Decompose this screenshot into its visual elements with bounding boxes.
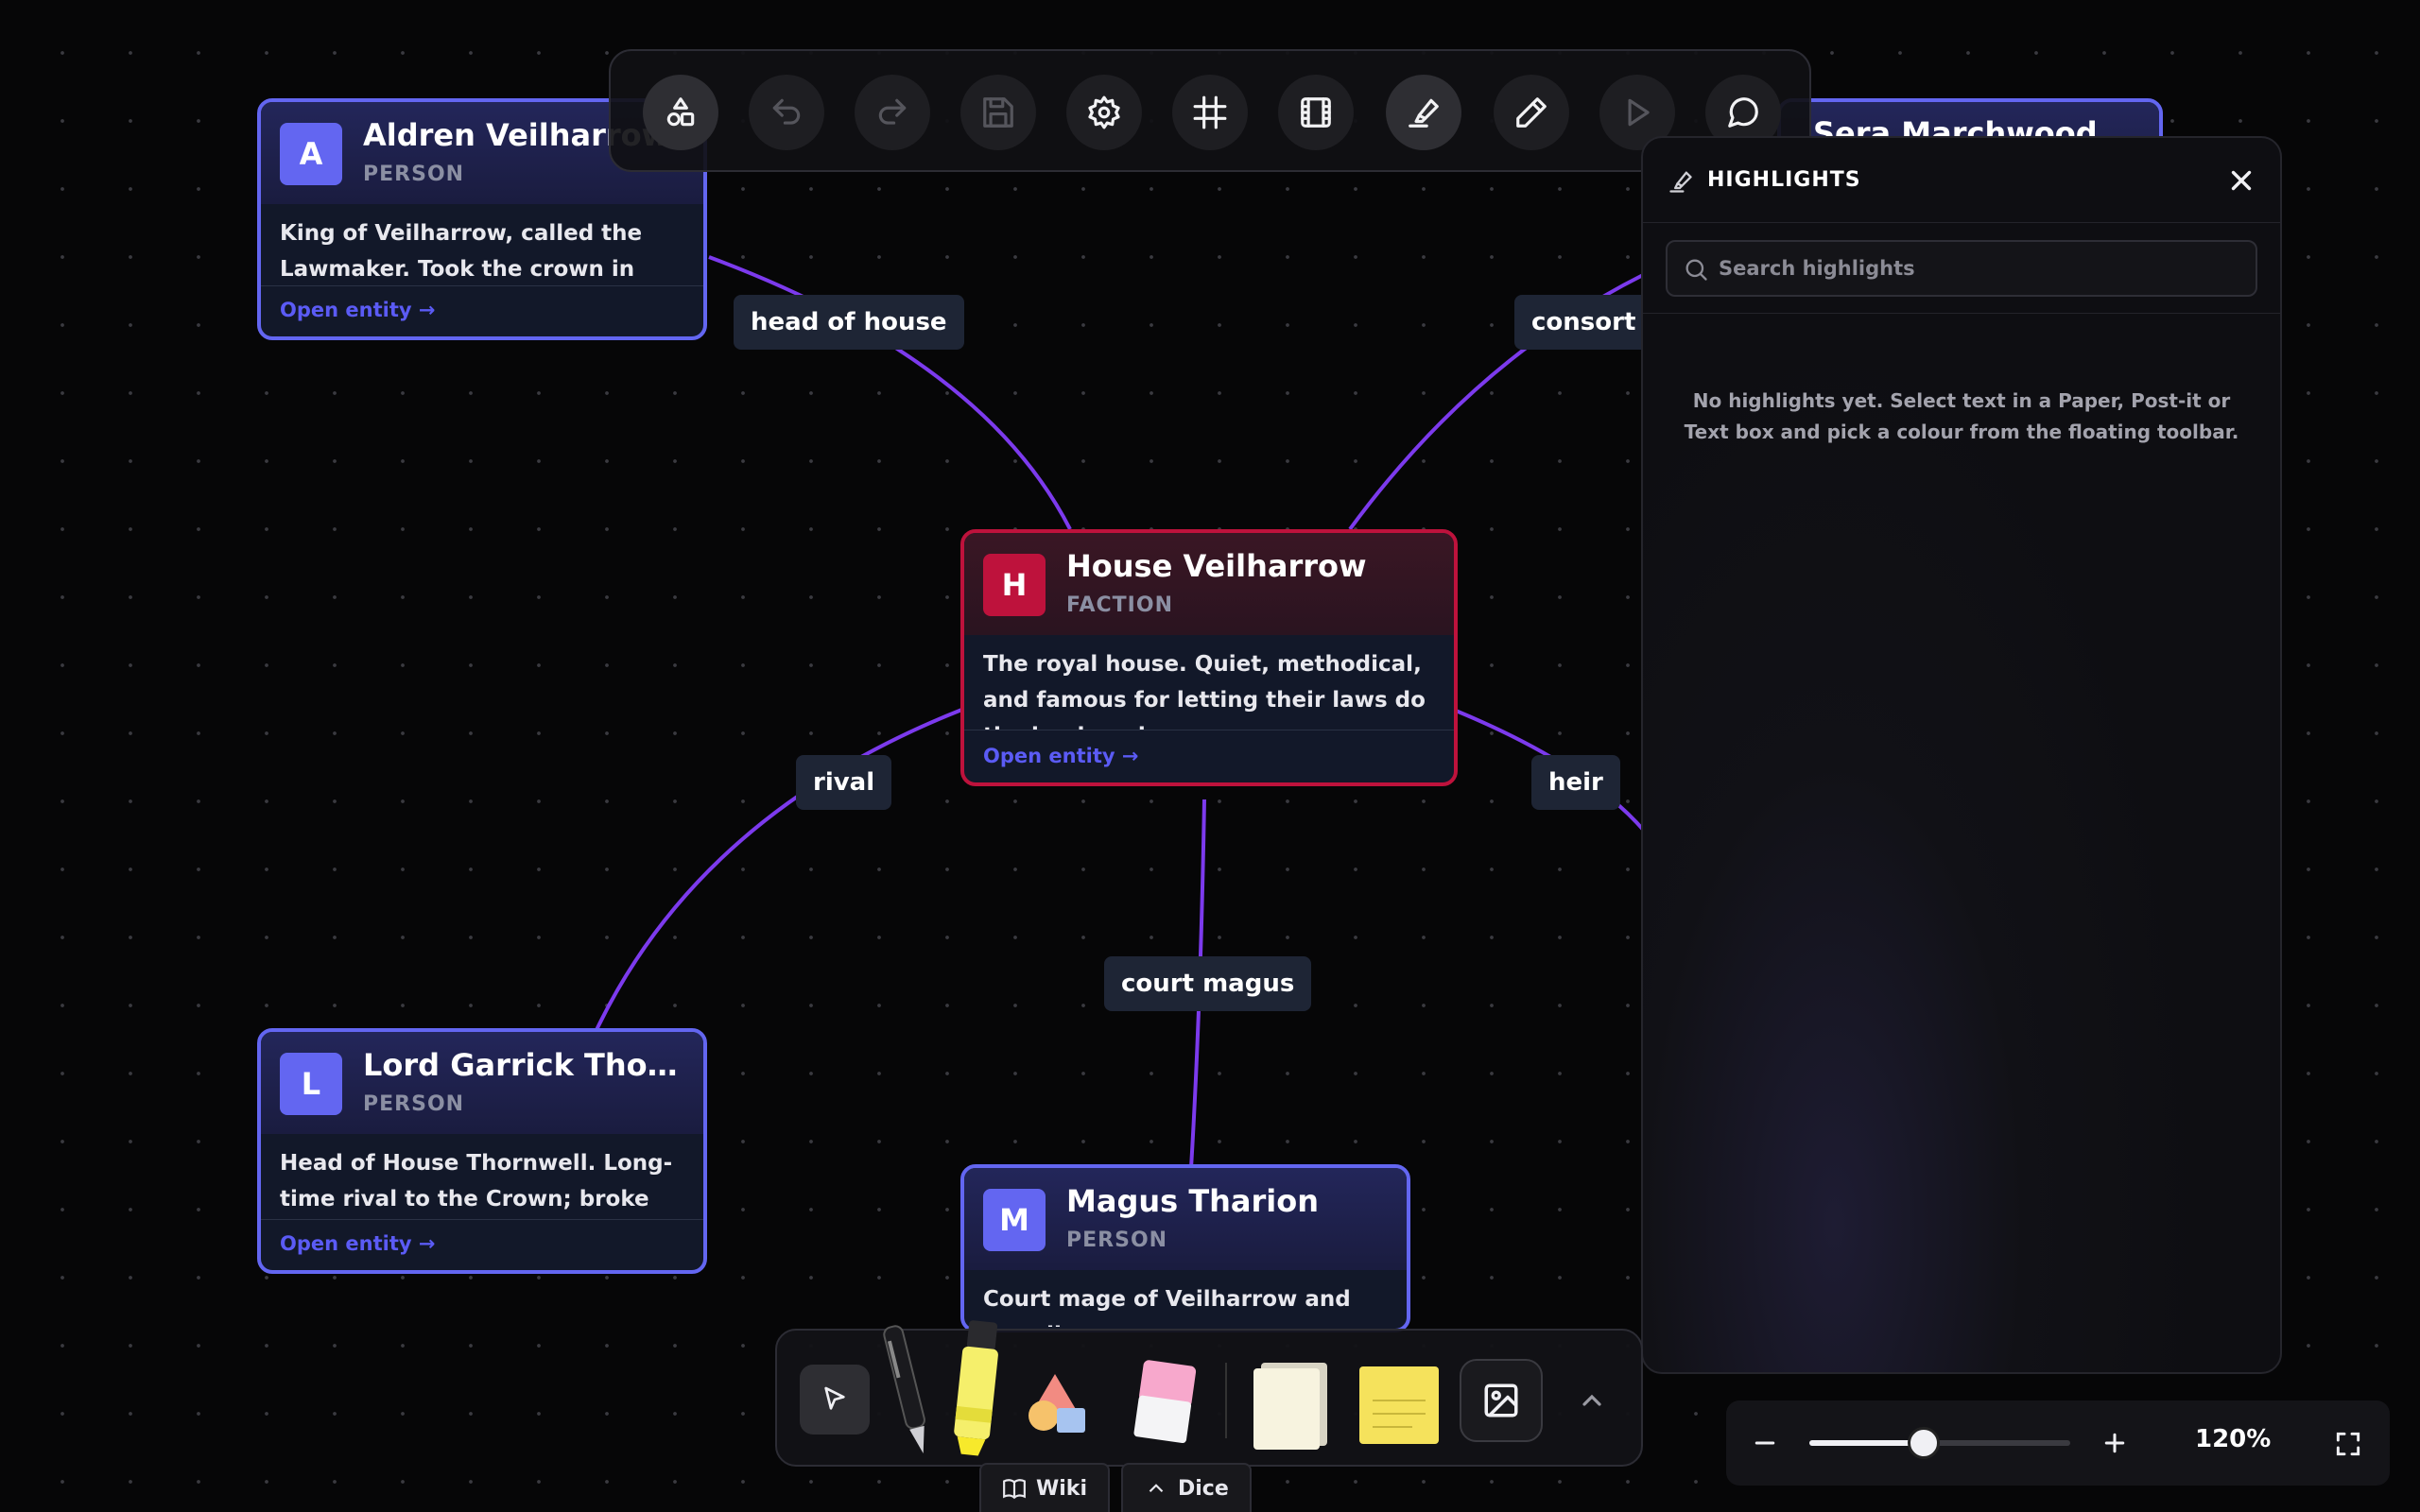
entity-avatar: A bbox=[280, 123, 342, 185]
open-entity-link[interactable]: Open entity → bbox=[261, 285, 703, 336]
pen-tool[interactable] bbox=[879, 1319, 936, 1461]
entity-type: PERSON bbox=[363, 1092, 465, 1116]
edge-label-head-of-house[interactable]: head of house bbox=[734, 295, 964, 350]
zoom-control: 120% bbox=[1726, 1400, 2390, 1486]
entity-type: PERSON bbox=[363, 163, 465, 186]
highlights-panel: HIGHLIGHTS No highlights yet. Select tex… bbox=[1641, 136, 2282, 1374]
search-box bbox=[1666, 240, 2257, 297]
dice-tab[interactable]: Dice bbox=[1121, 1463, 1252, 1512]
film-button[interactable] bbox=[1278, 75, 1354, 150]
gear-icon bbox=[1088, 95, 1120, 129]
save-button[interactable] bbox=[960, 75, 1036, 150]
image-tool[interactable] bbox=[1460, 1359, 1543, 1442]
paper-tool[interactable] bbox=[1244, 1357, 1339, 1452]
open-entity-link[interactable]: Open entity → bbox=[261, 1219, 703, 1270]
dock-divider bbox=[1225, 1363, 1227, 1438]
save-icon bbox=[983, 97, 1013, 128]
settings-button[interactable] bbox=[1066, 75, 1142, 150]
redo-button[interactable] bbox=[855, 75, 930, 150]
highlighter-icon bbox=[1409, 98, 1439, 128]
open-entity-link[interactable]: Open entity → bbox=[964, 730, 1454, 782]
entity-description: Head of House Thornwell. Long-time rival… bbox=[280, 1151, 673, 1211]
entity-type: PERSON bbox=[1066, 1228, 1168, 1252]
highlighter-button[interactable] bbox=[1386, 75, 1461, 150]
undo-button[interactable] bbox=[749, 75, 824, 150]
search-input[interactable] bbox=[1719, 242, 2248, 295]
highlighter-icon bbox=[1669, 171, 1692, 193]
panel-header: HIGHLIGHTS bbox=[1643, 138, 2280, 223]
entity-description: King of Veilharrow, called the Lawmaker.… bbox=[280, 221, 643, 282]
chevron-up-icon[interactable] bbox=[1577, 1385, 1607, 1416]
entity-avatar: H bbox=[983, 554, 1046, 616]
zoom-slider-thumb[interactable] bbox=[1908, 1427, 1941, 1459]
image-icon bbox=[1484, 1383, 1518, 1418]
entity-description: The royal house. Quiet, methodical, and … bbox=[983, 652, 1426, 730]
select-tool[interactable] bbox=[800, 1365, 870, 1435]
chat-bubble-icon bbox=[1728, 97, 1758, 128]
undo-icon bbox=[772, 98, 801, 125]
film-icon bbox=[1301, 97, 1331, 128]
pencil-icon bbox=[1516, 97, 1547, 128]
entity-card-magus-tharion[interactable]: M Magus Tharion PERSON Court mage of Vei… bbox=[960, 1164, 1410, 1332]
entity-description: Court mage of Veilharrow and founding bbox=[983, 1287, 1351, 1327]
dice-tab-label: Dice bbox=[1178, 1476, 1229, 1501]
zoom-in-icon[interactable] bbox=[2100, 1429, 2129, 1457]
entity-avatar: M bbox=[983, 1189, 1046, 1251]
zoom-out-icon[interactable] bbox=[1751, 1429, 1779, 1457]
shapes-icon bbox=[666, 97, 695, 127]
close-icon[interactable] bbox=[2225, 164, 2257, 197]
cursor-icon bbox=[824, 1386, 845, 1410]
edge-label-consort[interactable]: consort bbox=[1514, 295, 1653, 350]
main-toolbar bbox=[609, 49, 1811, 172]
wiki-tab-label: Wiki bbox=[1036, 1476, 1087, 1501]
entity-title: Lord Garrick Thornwell bbox=[363, 1047, 690, 1083]
edge-label-court-magus[interactable]: court magus bbox=[1104, 956, 1312, 1011]
edge-label-heir[interactable]: heir bbox=[1531, 755, 1620, 810]
edge-label-rival[interactable]: rival bbox=[796, 755, 892, 810]
search-bar bbox=[1643, 223, 2280, 314]
search-icon bbox=[1685, 259, 1707, 281]
redo-icon bbox=[878, 98, 907, 125]
zoom-level: 120% bbox=[2195, 1425, 2272, 1453]
fullscreen-icon[interactable] bbox=[2333, 1429, 2363, 1459]
entity-card-lord-garrick-thornwell[interactable]: L Lord Garrick Thornwell PERSON Head of … bbox=[257, 1028, 707, 1274]
post-it-tool[interactable] bbox=[1356, 1363, 1443, 1448]
entity-card-house-veilharrow[interactable]: H House Veilharrow FACTION The royal hou… bbox=[960, 529, 1458, 786]
empty-state-message: No highlights yet. Select text in a Pape… bbox=[1684, 389, 2239, 443]
entity-title: Magus Tharion bbox=[1066, 1183, 1320, 1219]
frame-icon bbox=[1193, 95, 1227, 129]
shapes-tool[interactable] bbox=[1021, 1366, 1097, 1442]
wiki-tab[interactable]: Wiki bbox=[979, 1463, 1110, 1512]
entity-type: FACTION bbox=[1066, 593, 1173, 617]
eraser-tool[interactable] bbox=[1129, 1359, 1201, 1450]
chevron-up-icon bbox=[1149, 1484, 1164, 1493]
tool-dock bbox=[775, 1320, 1643, 1467]
play-icon bbox=[1628, 98, 1650, 127]
panel-title: HIGHLIGHTS bbox=[1707, 168, 1861, 192]
book-icon bbox=[1003, 1479, 1026, 1500]
pencil-button[interactable] bbox=[1494, 75, 1569, 150]
zoom-slider[interactable] bbox=[1809, 1427, 2070, 1459]
frame-button[interactable] bbox=[1172, 75, 1248, 150]
highlighter-tool[interactable] bbox=[943, 1314, 1010, 1465]
entity-title: House Veilharrow bbox=[1066, 548, 1367, 584]
entity-avatar: L bbox=[280, 1053, 342, 1115]
zoom-slider-fill bbox=[1809, 1440, 1925, 1446]
shapes-button[interactable] bbox=[643, 75, 718, 150]
